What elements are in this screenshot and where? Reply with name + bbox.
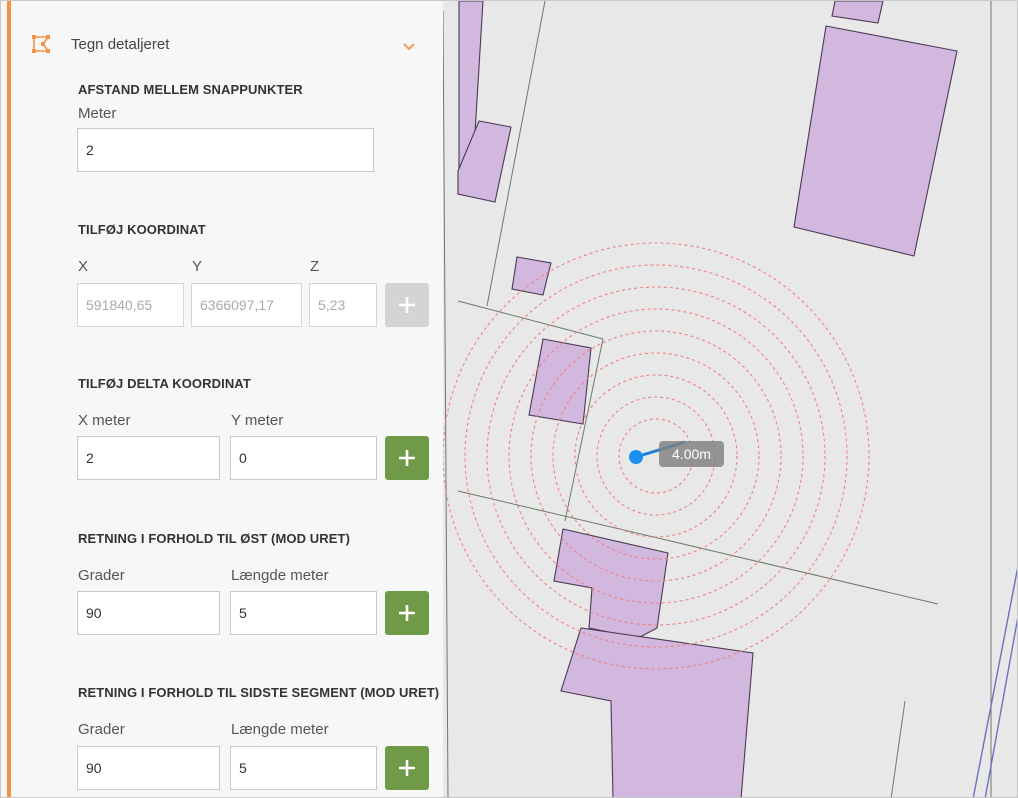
- east-degrees-input[interactable]: [77, 591, 220, 635]
- distance-label: 4.00m: [659, 441, 724, 467]
- coord-x-label: X: [78, 258, 89, 275]
- plus-icon: [399, 450, 415, 466]
- building: [793, 25, 958, 257]
- coord-z-label: Z: [310, 258, 320, 275]
- coord-y-input[interactable]: [191, 283, 302, 327]
- snap-meter-input[interactable]: [77, 128, 374, 172]
- app-window: Tegn detaljeret AFSTAND MELLEM SNAPPUNKT…: [0, 0, 1018, 798]
- add-segment-direction-button[interactable]: [385, 746, 429, 790]
- draw-vertices-icon[interactable]: [31, 34, 51, 54]
- direction-east-heading: RETNING I FORHOLD TIL ØST (MOD URET): [78, 531, 351, 546]
- road-edges: [972, 567, 1017, 797]
- chevron-down-icon[interactable]: [399, 36, 419, 56]
- map-canvas[interactable]: 4.00m: [443, 1, 1017, 797]
- draw-detail-panel: Tegn detaljeret AFSTAND MELLEM SNAPPUNKT…: [1, 1, 443, 797]
- building: [553, 528, 669, 639]
- coord-y-label: Y: [192, 258, 203, 275]
- east-degrees-label: Grader: [78, 567, 125, 584]
- coord-z-input[interactable]: [309, 283, 377, 327]
- segment-length-input[interactable]: [230, 746, 377, 790]
- parcel-line: [457, 490, 939, 605]
- building: [831, 1, 884, 24]
- delta-y-input[interactable]: [230, 436, 377, 480]
- delta-x-label: X meter: [78, 412, 131, 429]
- direction-segment-heading: RETNING I FORHOLD TIL SIDSTE SEGMENT (MO…: [78, 685, 440, 700]
- building: [511, 256, 552, 296]
- plus-icon: [399, 605, 415, 621]
- add-coordinate-heading: TILFØJ KOORDINAT: [78, 222, 206, 237]
- buildings: [457, 1, 958, 797]
- tool-title[interactable]: Tegn detaljeret: [71, 36, 169, 53]
- segment-degrees-input[interactable]: [77, 746, 220, 790]
- east-length-label: Længde meter: [231, 567, 329, 584]
- plus-icon: [399, 297, 415, 313]
- snap-distance-heading: AFSTAND MELLEM SNAPPUNKTER: [78, 82, 303, 97]
- segment-degrees-label: Grader: [78, 721, 125, 738]
- add-coordinate-button[interactable]: [385, 283, 429, 327]
- east-length-input[interactable]: [230, 591, 377, 635]
- plus-icon: [399, 760, 415, 776]
- parcel-line: [457, 300, 604, 340]
- coord-x-input[interactable]: [77, 283, 184, 327]
- snap-meter-label: Meter: [78, 105, 117, 122]
- building: [528, 338, 592, 425]
- parcel-line: [890, 700, 906, 797]
- delta-x-input[interactable]: [77, 436, 220, 480]
- vertex-point[interactable]: [629, 450, 643, 464]
- add-delta-heading: TILFØJ DELTA KOORDINAT: [78, 376, 251, 391]
- segment-length-label: Længde meter: [231, 721, 329, 738]
- add-delta-button[interactable]: [385, 436, 429, 480]
- parcel-line: [443, 10, 449, 797]
- delta-y-label: Y meter: [231, 412, 284, 429]
- building: [560, 627, 754, 797]
- add-east-direction-button[interactable]: [385, 591, 429, 635]
- panel-accent-bar: [7, 1, 11, 797]
